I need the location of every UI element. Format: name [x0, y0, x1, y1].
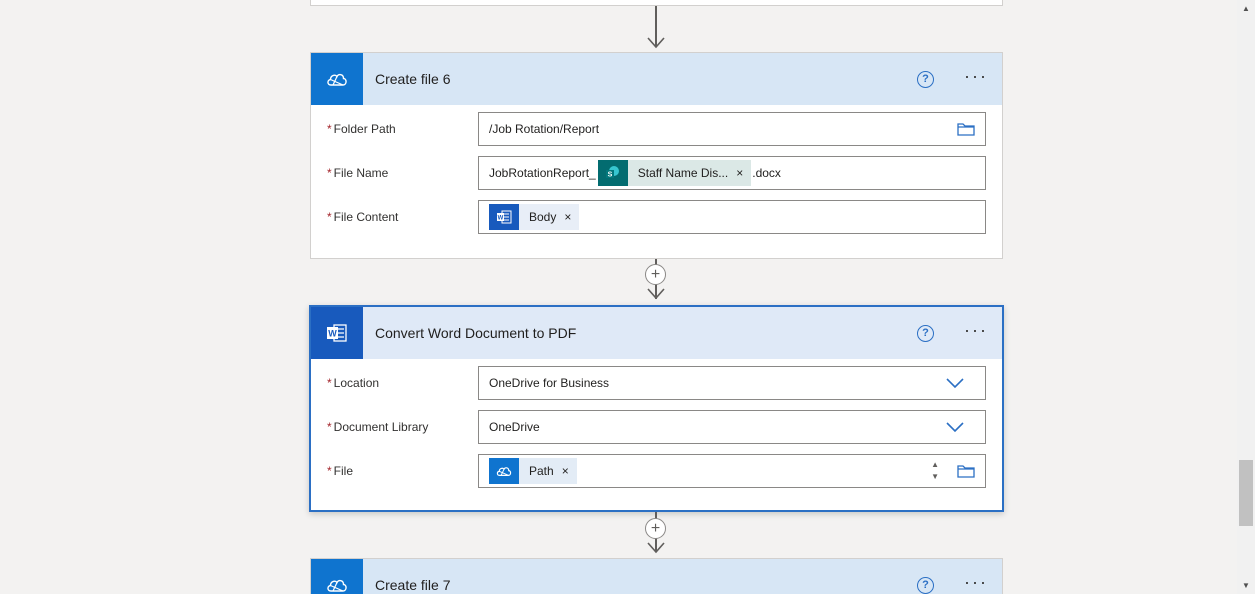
dynamic-content-token[interactable]: Path ×	[489, 458, 577, 484]
token-remove-icon[interactable]: ×	[736, 166, 751, 180]
svg-text:W: W	[498, 216, 504, 222]
label-text: File Name	[333, 166, 389, 180]
card-body: * Folder Path /Job Rotation/Report * File …	[311, 105, 1002, 247]
required-mark: *	[327, 420, 332, 434]
label-text: Document Library	[333, 420, 429, 434]
card-title[interactable]: Create file 6	[375, 71, 917, 87]
location-value: OneDrive for Business	[489, 376, 610, 390]
required-mark: *	[327, 122, 332, 136]
folder-icon[interactable]	[957, 464, 975, 478]
previous-action-card[interactable]	[310, 0, 1003, 6]
dynamic-content-token[interactable]: S Staff Name Dis... ×	[597, 160, 752, 186]
connector-arrow	[647, 542, 665, 554]
card-title[interactable]: Create file 7	[375, 577, 917, 593]
token-remove-icon[interactable]: ×	[564, 210, 579, 224]
folder-path-value: /Job Rotation/Report	[489, 122, 600, 136]
field-row-file: * File Path × ▲ ▼	[327, 453, 986, 489]
flow-designer-canvas: Create file 6 ? ··· * Folder Path /Job Ro…	[0, 0, 1237, 594]
scroll-down-arrow-icon[interactable]: ▼	[1237, 577, 1255, 594]
svg-text:S: S	[607, 172, 612, 179]
field-label: * Document Library	[327, 420, 478, 434]
required-mark: *	[327, 376, 332, 390]
field-label: * Location	[327, 376, 478, 390]
required-mark: *	[327, 166, 332, 180]
scroll-up-arrow-icon[interactable]: ▲	[1237, 0, 1255, 17]
field-label: * Folder Path	[327, 122, 478, 136]
action-card-convert-word-to-pdf[interactable]: W Convert Word Document to PDF ? ··· * Lo…	[309, 305, 1004, 512]
dynamic-content-token[interactable]: W Body ×	[489, 204, 580, 230]
token-remove-icon[interactable]: ×	[562, 464, 577, 478]
card-body: * Location OneDrive for Business * Documen…	[311, 359, 1002, 501]
onedrive-icon	[311, 559, 363, 594]
label-text: File Content	[333, 210, 399, 224]
connector-arrow	[647, 37, 665, 49]
spinner-up-icon[interactable]: ▲	[931, 459, 939, 471]
document-library-value: OneDrive	[489, 420, 540, 434]
field-row-document-library: * Document Library OneDrive	[327, 409, 986, 445]
field-row-file-name: * File Name JobRotationReport_ S Staff Na…	[327, 155, 986, 191]
onedrive-icon	[311, 53, 363, 105]
folder-path-input[interactable]: /Job Rotation/Report	[478, 112, 986, 146]
location-dropdown[interactable]: OneDrive for Business	[478, 366, 986, 400]
field-label: * File Content	[327, 210, 478, 224]
action-card-create-file-6[interactable]: Create file 6 ? ··· * Folder Path /Job Ro…	[310, 52, 1003, 259]
file-content-input[interactable]: W Body ×	[478, 200, 986, 234]
connector-arrow	[647, 288, 665, 300]
label-text: Location	[333, 376, 380, 390]
field-row-location: * Location OneDrive for Business	[327, 365, 986, 401]
file-name-input[interactable]: JobRotationReport_ S Staff Name Dis... ×…	[478, 156, 986, 190]
field-label: * File Name	[327, 166, 478, 180]
more-options-icon[interactable]: ···	[964, 573, 988, 593]
vertical-scrollbar[interactable]: ▲ ▼	[1237, 0, 1255, 594]
svg-text:W: W	[328, 329, 337, 339]
onedrive-icon	[489, 458, 519, 484]
label-text: Folder Path	[333, 122, 396, 136]
help-icon[interactable]: ?	[917, 324, 935, 342]
field-label: * File	[327, 464, 478, 478]
card-header[interactable]: Create file 7 ? ···	[311, 559, 1002, 594]
field-row-file-content: * File Content W Body ×	[327, 199, 986, 235]
token-label: Body	[529, 210, 557, 224]
chevron-down-icon[interactable]	[945, 419, 965, 435]
action-card-create-file-7[interactable]: Create file 7 ? ···	[310, 558, 1003, 594]
file-name-suffix: .docx	[752, 166, 781, 180]
token-label: Staff Name Dis...	[637, 166, 729, 180]
scrollbar-thumb[interactable]	[1239, 460, 1253, 526]
card-header[interactable]: Create file 6 ? ···	[311, 53, 1002, 105]
add-step-button[interactable]: +	[645, 264, 666, 285]
card-header[interactable]: W Convert Word Document to PDF ? ···	[311, 307, 1002, 359]
more-options-icon[interactable]: ···	[964, 67, 988, 87]
label-text: File	[333, 464, 354, 478]
word-icon: W	[489, 204, 519, 230]
word-icon: W	[311, 307, 363, 359]
more-options-icon[interactable]: ···	[964, 321, 988, 341]
field-row-folder-path: * Folder Path /Job Rotation/Report	[327, 111, 986, 147]
add-step-button[interactable]: +	[645, 518, 666, 539]
file-name-prefix: JobRotationReport_	[489, 166, 596, 180]
required-mark: *	[327, 210, 332, 224]
file-input[interactable]: Path × ▲ ▼	[478, 454, 986, 488]
field-spinner[interactable]: ▲ ▼	[931, 459, 939, 483]
token-label: Path	[529, 464, 554, 478]
document-library-dropdown[interactable]: OneDrive	[478, 410, 986, 444]
sharepoint-icon: S	[597, 160, 628, 186]
help-icon[interactable]: ?	[917, 576, 935, 594]
required-mark: *	[327, 464, 332, 478]
help-icon[interactable]: ?	[917, 70, 935, 88]
folder-icon[interactable]	[957, 122, 975, 136]
card-title[interactable]: Convert Word Document to PDF	[375, 325, 917, 341]
chevron-down-icon[interactable]	[945, 375, 965, 391]
spinner-down-icon[interactable]: ▼	[931, 471, 939, 483]
